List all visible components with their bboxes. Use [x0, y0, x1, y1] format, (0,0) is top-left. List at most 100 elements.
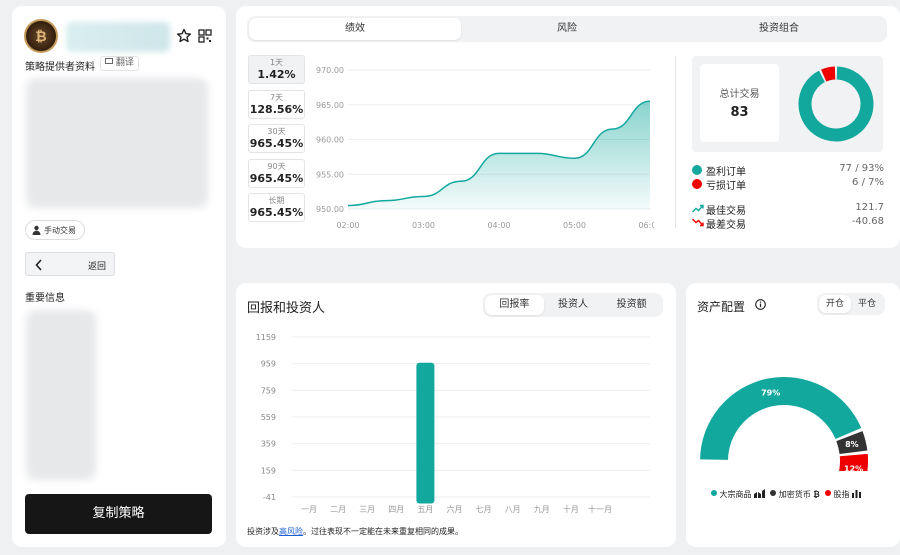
bitcoin-logo-icon: ₿	[35, 29, 46, 45]
period-30d[interactable]: 30天 965.45%	[248, 124, 305, 153]
allocation-panel: 资产配置 开仓 平仓 79% 8% 12% 大宗商品 加密货币 ₿ 股指	[686, 283, 900, 547]
win-loss-donut-chart	[798, 66, 874, 142]
left-panel: ₿ 策略提供者资料 翻译 手动交易 返回 重要信息 复制策略	[12, 6, 226, 547]
x-tick-label: 一月	[301, 505, 317, 514]
user-icon	[32, 225, 41, 238]
returns-tabs: 回报率 投资人 投资额	[483, 293, 663, 317]
qr-code-icon[interactable]	[198, 29, 212, 43]
profit-orders-label: 盈利订单	[706, 167, 746, 178]
slice-label: 8%	[845, 440, 859, 449]
performance-area-chart: 950.00 955.00 960.00 965.00 970.00 02:00 03:00…	[316, 66, 654, 230]
y-tick-label: 960.00	[316, 136, 344, 145]
y-tick-label: 559	[261, 413, 276, 422]
loss-orders-label: 亏损订单	[706, 181, 746, 192]
y-tick-label: 1159	[256, 333, 276, 342]
disclaimer-suffix: 。过往表现不一定能在未来重复相同的成果。	[303, 527, 463, 536]
total-trades-card: 总计交易 83	[700, 64, 779, 142]
trades-summary-box: 总计交易 83	[692, 56, 883, 152]
favorite-star-icon[interactable]	[176, 28, 192, 44]
commodities-dot-icon	[711, 490, 717, 496]
worst-trade-row: 最差交易 -40.68	[692, 216, 884, 231]
y-tick-label: 970.00	[316, 66, 344, 75]
best-trade-value: 121.7	[855, 202, 884, 213]
worst-trade-label: 最差交易	[706, 220, 746, 231]
period-long[interactable]: 长期 965.45%	[248, 193, 305, 222]
total-trades-value: 83	[730, 105, 749, 120]
svg-text:₿: ₿	[35, 29, 46, 45]
period-label: 7天	[269, 93, 284, 102]
period-label: 30天	[267, 127, 286, 136]
loss-dot-icon	[692, 179, 702, 189]
profit-orders-row: 盈利订单 77 / 93%	[692, 163, 884, 178]
period-1d[interactable]: 1天 1.42%	[248, 55, 305, 84]
trend-up-icon	[692, 204, 704, 216]
allocation-title: 资产配置	[697, 300, 746, 314]
risk-disclaimer: 投资涉及高风险。过往表现不一定能在未来重复相同的成果。	[247, 526, 463, 537]
slice-label: 12%	[844, 464, 863, 471]
x-tick-label: 十月	[563, 504, 579, 514]
provider-name-blurred	[66, 22, 170, 52]
x-tick-label: 八月	[505, 505, 521, 514]
info-icon[interactable]	[755, 299, 766, 313]
toggle-closed-positions[interactable]: 平仓	[851, 295, 883, 313]
toggle-open-positions[interactable]: 开仓	[819, 295, 851, 313]
period-label: 1天	[269, 58, 284, 67]
monthly-returns-bar-chart: -41 159 359 559 759 959 1159 一月 二月 三月 四月 五月 六月 七月 八月 九月…	[256, 333, 650, 514]
period-90d[interactable]: 90天 965.45%	[248, 159, 305, 188]
worst-trade-value: -40.68	[851, 216, 884, 227]
commodity-chart-icon	[754, 489, 766, 499]
profit-dot-icon	[692, 165, 702, 175]
important-info-heading: 重要信息	[25, 293, 65, 304]
x-tick-label: 九月	[534, 505, 550, 514]
back-button[interactable]: 返回	[25, 252, 115, 276]
x-tick-label: 02:00	[336, 221, 359, 230]
copy-strategy-button[interactable]: 复制策略	[25, 494, 212, 534]
translate-button[interactable]: 翻译	[100, 56, 139, 71]
y-tick-label: -41	[263, 493, 276, 502]
asset-allocation-gauge-chart: 79% 8% 12%	[700, 376, 868, 471]
tab-performance[interactable]: 绩效	[249, 18, 461, 40]
tab-portfolio[interactable]: 投资组合	[673, 18, 885, 40]
allocation-slice	[700, 376, 862, 460]
tab-return-rate[interactable]: 回报率	[485, 295, 544, 315]
important-info-blurred	[26, 310, 96, 480]
slice-label: 79%	[761, 388, 780, 397]
translate-label: 翻译	[115, 58, 134, 68]
x-tick-label: 04:00	[487, 221, 510, 230]
legend-label: 大宗商品	[719, 490, 752, 499]
manual-trade-tag[interactable]: 手动交易	[25, 220, 85, 240]
high-risk-link[interactable]: 高风险	[279, 527, 303, 536]
x-tick-label: 三月	[359, 505, 375, 514]
y-tick-label: 950.00	[316, 205, 344, 214]
return-bar	[416, 362, 435, 504]
donut-slice	[798, 66, 874, 142]
allocation-legend: 大宗商品 加密货币 ₿ 股指	[711, 488, 861, 500]
y-tick-label: 965.00	[316, 101, 344, 110]
period-label: 90天	[267, 162, 286, 171]
x-tick-label: 05:00	[563, 221, 586, 230]
crypto-dot-icon	[770, 490, 777, 496]
best-trade-label: 最佳交易	[706, 206, 746, 217]
performance-tabs: 绩效 风险 投资组合	[247, 16, 887, 42]
tab-risk[interactable]: 风险	[461, 18, 673, 40]
total-trades-label: 总计交易	[719, 89, 760, 100]
provider-avatar[interactable]: ₿	[24, 19, 58, 53]
period-value: 965.45%	[249, 172, 304, 185]
tab-investment-amount[interactable]: 投资额	[602, 295, 661, 315]
translate-icon	[105, 58, 113, 64]
legend-commodities: 大宗商品	[711, 489, 766, 499]
x-tick-label: 七月	[476, 505, 492, 514]
provider-profile-label[interactable]: 策略提供者资料	[25, 58, 95, 73]
legend-indices: 股指	[824, 490, 861, 499]
returns-panel: 回报和投资人 回报率 投资人 投资额 -41 159 359 559 759 959 115…	[236, 283, 676, 547]
y-tick-label: 759	[261, 386, 276, 395]
period-value: 128.56%	[249, 103, 304, 116]
tab-investors[interactable]: 投资人	[544, 295, 603, 315]
legend-crypto: 加密货币 ₿	[770, 490, 820, 499]
period-value: 965.45%	[249, 206, 304, 219]
donut-slice	[821, 66, 836, 82]
position-toggle: 开仓 平仓	[817, 293, 885, 315]
period-7d[interactable]: 7天 128.56%	[248, 90, 305, 119]
y-tick-label: 359	[261, 440, 276, 449]
bitcoin-icon: ₿	[813, 490, 820, 499]
